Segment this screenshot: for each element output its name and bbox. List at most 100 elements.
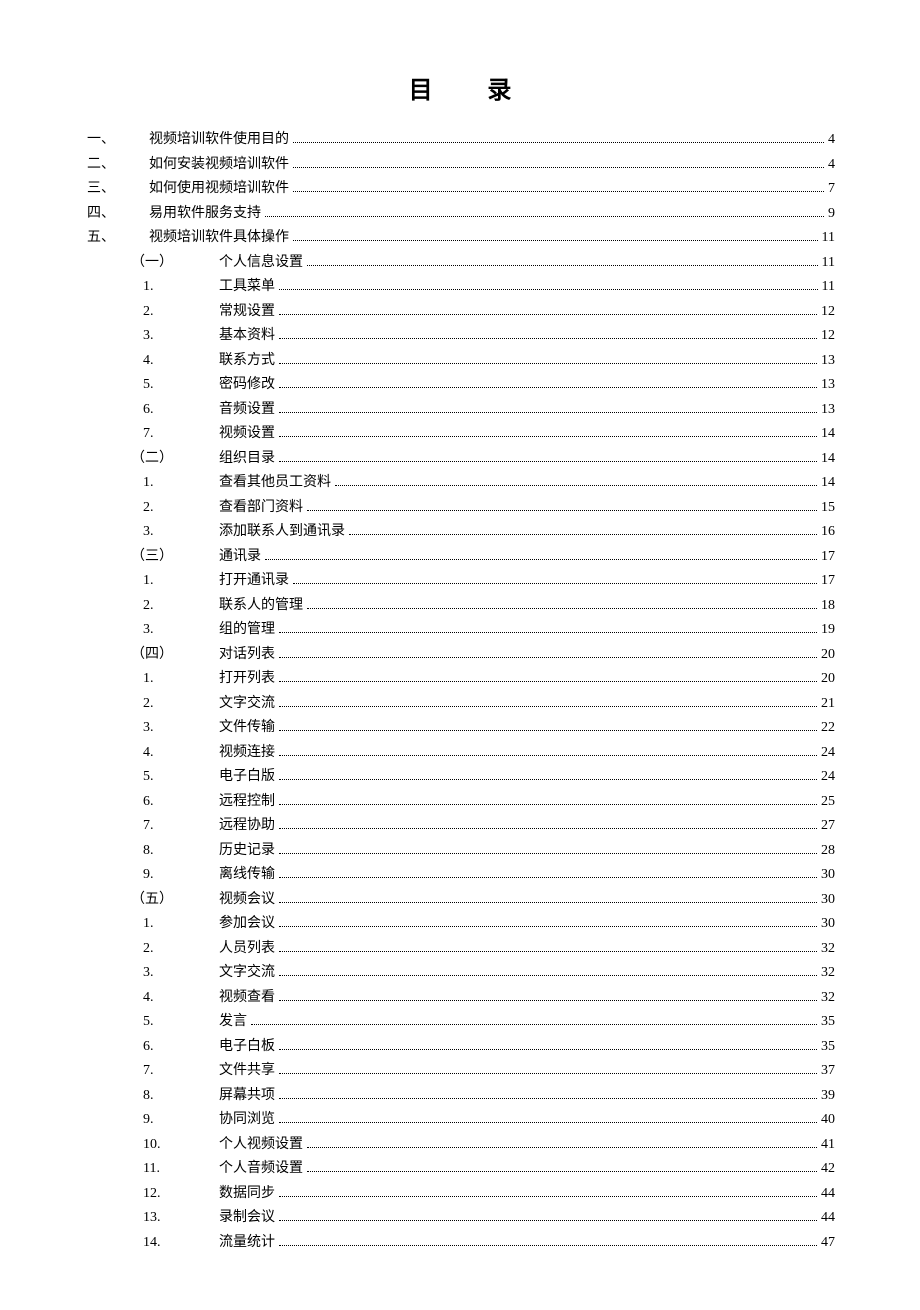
toc-marker: 9.	[85, 1113, 161, 1127]
toc-page-number: 12	[821, 305, 835, 319]
toc-leader-dots	[279, 902, 817, 903]
toc-page-number: 32	[821, 966, 835, 980]
toc-entry[interactable]: 9.离线传输30	[85, 868, 835, 882]
toc-entry[interactable]: 5.密码修改13	[85, 378, 835, 392]
toc-marker: 一、	[85, 133, 149, 147]
toc-marker: 三、	[85, 182, 149, 196]
toc-entry[interactable]: 1.打开列表20	[85, 672, 835, 686]
toc-page-number: 4	[828, 158, 835, 172]
toc-leader-dots	[293, 191, 824, 192]
toc-page-number: 4	[828, 133, 835, 147]
toc-entry[interactable]: 7.视频设置14	[85, 427, 835, 441]
toc-label: 视频会议	[219, 893, 275, 907]
toc-entry[interactable]: 三、如何使用视频培训软件7	[85, 182, 835, 196]
toc-marker: 2.	[85, 501, 161, 515]
toc-entry[interactable]: 2.文字交流21	[85, 697, 835, 711]
toc-entry[interactable]: 二、如何安装视频培训软件4	[85, 158, 835, 172]
toc-entry[interactable]: （五）视频会议30	[85, 893, 835, 907]
toc-label: 如何安装视频培训软件	[149, 158, 289, 172]
toc-entry[interactable]: 4.视频查看32	[85, 991, 835, 1005]
toc-entry[interactable]: 2.查看部门资料15	[85, 501, 835, 515]
toc-page-number: 14	[821, 427, 835, 441]
toc-marker: 1.	[85, 672, 161, 686]
toc-entry[interactable]: 3.基本资料12	[85, 329, 835, 343]
toc-entry[interactable]: 7.远程协助27	[85, 819, 835, 833]
toc-entry[interactable]: 一、视频培训软件使用目的4	[85, 133, 835, 147]
toc-entry[interactable]: 2.常规设置12	[85, 305, 835, 319]
toc-entry[interactable]: 4.联系方式13	[85, 354, 835, 368]
toc-label: 文件共享	[219, 1064, 275, 1078]
toc-entry[interactable]: 10.个人视频设置41	[85, 1138, 835, 1152]
toc-entry[interactable]: 3.组的管理19	[85, 623, 835, 637]
toc-page-number: 28	[821, 844, 835, 858]
toc-entry[interactable]: 5.发言35	[85, 1015, 835, 1029]
toc-entry[interactable]: 1.参加会议30	[85, 917, 835, 931]
toc-entry[interactable]: 2.人员列表32	[85, 942, 835, 956]
toc-entry[interactable]: 3.文件传输22	[85, 721, 835, 735]
toc-entry[interactable]: 1.打开通讯录17	[85, 574, 835, 588]
toc-page-number: 17	[821, 550, 835, 564]
toc-page-number: 24	[821, 770, 835, 784]
toc-leader-dots	[279, 1220, 817, 1221]
toc-entry[interactable]: 5.电子白版24	[85, 770, 835, 784]
toc-entry[interactable]: 2.联系人的管理18	[85, 599, 835, 613]
toc-page-number: 17	[821, 574, 835, 588]
toc-entry[interactable]: 13.录制会议44	[85, 1211, 835, 1225]
toc-marker: 8.	[85, 1089, 161, 1103]
toc-label: 查看部门资料	[219, 501, 303, 515]
toc-entry[interactable]: 6.音频设置13	[85, 403, 835, 417]
toc-marker: 1.	[85, 476, 161, 490]
toc-label: 协同浏览	[219, 1113, 275, 1127]
toc-entry[interactable]: 12.数据同步44	[85, 1187, 835, 1201]
toc-label: 联系人的管理	[219, 599, 303, 613]
toc-label: 基本资料	[219, 329, 275, 343]
toc-label: 文字交流	[219, 697, 275, 711]
toc-entry[interactable]: （二）组织目录14	[85, 452, 835, 466]
toc-label: 视频培训软件具体操作	[149, 231, 289, 245]
toc-page-number: 37	[821, 1064, 835, 1078]
toc-label: 历史记录	[219, 844, 275, 858]
toc-entry[interactable]: 4.视频连接24	[85, 746, 835, 760]
toc-label: 易用软件服务支持	[149, 207, 261, 221]
toc-leader-dots	[279, 387, 817, 388]
toc-label: 离线传输	[219, 868, 275, 882]
toc-entry[interactable]: 14.流量统计47	[85, 1236, 835, 1250]
toc-marker: 3.	[85, 329, 161, 343]
toc-entry[interactable]: （三）通讯录17	[85, 550, 835, 564]
toc-page-number: 47	[821, 1236, 835, 1250]
toc-leader-dots	[279, 1000, 817, 1001]
toc-entry[interactable]: 四、易用软件服务支持9	[85, 207, 835, 221]
toc-leader-dots	[307, 608, 817, 609]
toc-leader-dots	[279, 1049, 817, 1050]
toc-page-number: 35	[821, 1015, 835, 1029]
toc-entry[interactable]: 8.屏幕共项39	[85, 1089, 835, 1103]
toc-label: 视频设置	[219, 427, 275, 441]
toc-leader-dots	[279, 314, 817, 315]
toc-entry[interactable]: 3.文字交流32	[85, 966, 835, 980]
toc-entry[interactable]: 1.工具菜单11	[85, 280, 835, 294]
toc-entry[interactable]: （一）个人信息设置11	[85, 256, 835, 270]
toc-page-number: 11	[822, 231, 835, 245]
toc-marker: 6.	[85, 1040, 161, 1054]
toc-entry[interactable]: 6.电子白板35	[85, 1040, 835, 1054]
toc-entry[interactable]: 11.个人音频设置42	[85, 1162, 835, 1176]
toc-marker: 1.	[85, 574, 161, 588]
toc-page-number: 20	[821, 648, 835, 662]
toc-page-number: 22	[821, 721, 835, 735]
toc-entry[interactable]: 7.文件共享37	[85, 1064, 835, 1078]
toc-marker: （四）	[85, 648, 177, 662]
toc-page-number: 35	[821, 1040, 835, 1054]
toc-entry[interactable]: （四）对话列表20	[85, 648, 835, 662]
toc-leader-dots	[279, 681, 817, 682]
toc-page-number: 14	[821, 452, 835, 466]
toc-entry[interactable]: 9.协同浏览40	[85, 1113, 835, 1127]
toc-entry[interactable]: 五、视频培训软件具体操作11	[85, 231, 835, 245]
toc-leader-dots	[279, 926, 817, 927]
toc-entry[interactable]: 3.添加联系人到通讯录16	[85, 525, 835, 539]
toc-entry[interactable]: 8.历史记录28	[85, 844, 835, 858]
toc-marker: （五）	[85, 893, 177, 907]
toc-leader-dots	[279, 289, 818, 290]
toc-entry[interactable]: 6.远程控制25	[85, 795, 835, 809]
toc-entry[interactable]: 1.查看其他员工资料14	[85, 476, 835, 490]
toc-marker: （二）	[85, 452, 177, 466]
